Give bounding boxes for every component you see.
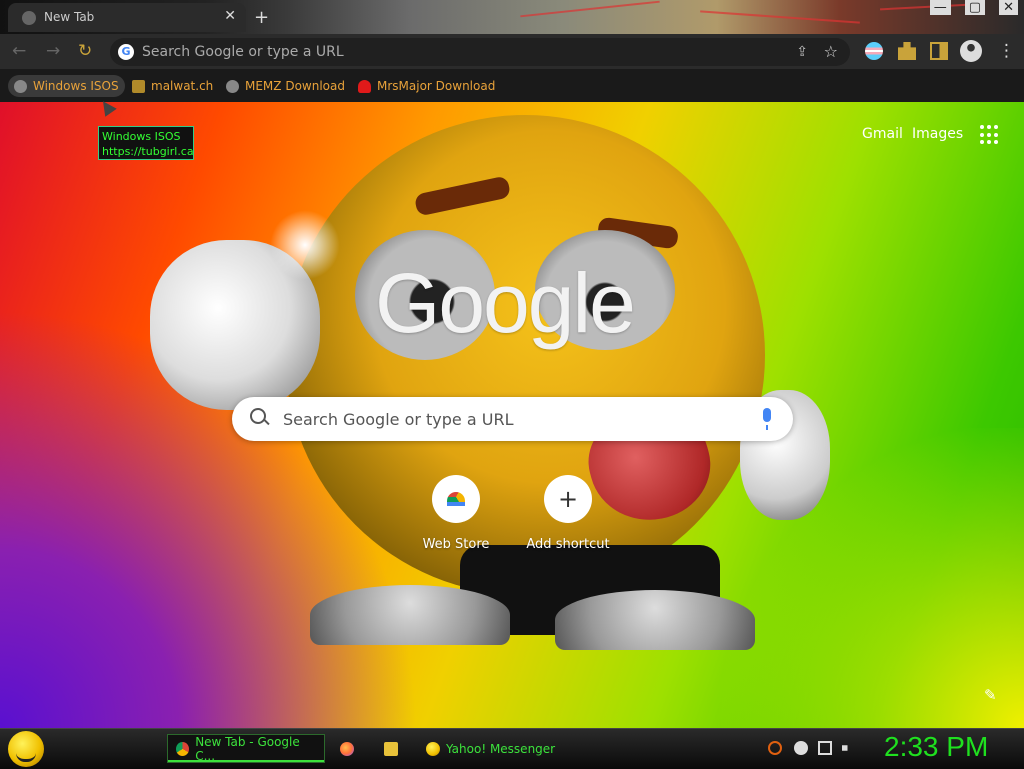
bookmark-windows-isos[interactable]: Windows ISOS bbox=[8, 75, 125, 97]
ntp-search-box[interactable]: Search Google or type a URL bbox=[232, 397, 793, 441]
search-placeholder: Search Google or type a URL bbox=[283, 410, 514, 429]
bookmark-label: malwat.ch bbox=[151, 79, 214, 93]
shortcut-add[interactable]: + Add shortcut bbox=[518, 475, 618, 552]
google-icon: G bbox=[118, 44, 134, 60]
bookmark-tooltip: Windows ISOS https://tubgirl.ca bbox=[98, 126, 194, 160]
back-button[interactable]: ← bbox=[12, 41, 26, 61]
taskbar: New Tab - Google C... Yahoo! Messenger 2… bbox=[0, 728, 1024, 769]
tab-new-tab[interactable]: New Tab ✕ bbox=[8, 3, 246, 32]
tab-close-icon[interactable]: ✕ bbox=[224, 8, 236, 24]
background-shoe-right bbox=[555, 590, 755, 650]
extension-flag-icon[interactable] bbox=[865, 42, 883, 60]
extensions-puzzle-icon[interactable] bbox=[898, 42, 916, 60]
customize-pencil-icon[interactable]: ✎ bbox=[984, 686, 997, 704]
bookmark-label: MrsMajor Download bbox=[377, 79, 496, 93]
window-controls: — ▢ ✕ bbox=[929, 0, 1018, 15]
forward-button[interactable]: → bbox=[46, 41, 60, 61]
microphone-icon[interactable] bbox=[763, 408, 771, 430]
omnibox-placeholder: Search Google or type a URL bbox=[142, 44, 344, 60]
shortcut-label: Web Store bbox=[422, 537, 490, 552]
folder-icon bbox=[384, 741, 398, 756]
tooltip-title: Windows ISOS bbox=[102, 130, 181, 143]
close-window-button[interactable]: ✕ bbox=[999, 0, 1018, 15]
tab-favicon-icon bbox=[22, 11, 36, 25]
apps-grid-icon[interactable] bbox=[980, 125, 1000, 145]
browser-toolbar: ← → ↻ G Search Google or type a URL ⇪ ☆ … bbox=[0, 34, 1024, 69]
shortcut-label: Add shortcut bbox=[526, 537, 610, 552]
status-tray-icon[interactable] bbox=[794, 741, 808, 755]
profile-avatar-icon[interactable] bbox=[960, 40, 982, 62]
omnibox[interactable]: G Search Google or type a URL ⇪ ☆ bbox=[110, 38, 850, 66]
taskbar-item-firefox[interactable] bbox=[332, 734, 368, 763]
search-tray-icon[interactable] bbox=[768, 741, 782, 755]
globe-icon bbox=[14, 79, 27, 93]
smiley-icon bbox=[426, 741, 440, 756]
background-sparkle bbox=[270, 210, 340, 280]
share-icon[interactable]: ⇪ bbox=[796, 44, 808, 60]
side-panel-icon[interactable] bbox=[930, 42, 948, 60]
taskbar-item-label: Yahoo! Messenger bbox=[446, 741, 556, 756]
start-button-smiley-icon[interactable] bbox=[8, 731, 44, 767]
taskbar-item-yahoo-messenger[interactable]: Yahoo! Messenger bbox=[418, 734, 576, 763]
minimize-button[interactable]: — bbox=[929, 0, 951, 15]
reload-button[interactable]: ↻ bbox=[78, 41, 92, 61]
tooltip-url: https://tubgirl.ca bbox=[102, 145, 194, 158]
bookmark-star-icon[interactable]: ☆ bbox=[824, 42, 838, 61]
taskbar-clock[interactable]: 2:33 PM bbox=[884, 731, 988, 763]
search-icon bbox=[250, 408, 266, 424]
gmail-link[interactable]: Gmail bbox=[862, 126, 903, 142]
bookmarks-bar: Windows ISOS malwat.ch MEMZ Download Mrs… bbox=[0, 69, 1024, 102]
bookmark-label: MEMZ Download bbox=[245, 79, 345, 93]
person-icon bbox=[132, 79, 145, 93]
maximize-button[interactable]: ▢ bbox=[964, 0, 986, 15]
tab-title: New Tab bbox=[44, 10, 95, 24]
bookmark-label: Windows ISOS bbox=[33, 79, 119, 93]
taskbar-item-folder[interactable] bbox=[376, 734, 412, 763]
volume-icon[interactable] bbox=[842, 741, 852, 755]
title-bar: New Tab ✕ + — ▢ ✕ bbox=[0, 0, 1024, 34]
bookmark-malwatch[interactable]: malwat.ch bbox=[126, 75, 219, 97]
shortcut-web-store[interactable]: Web Store bbox=[406, 475, 506, 552]
menu-icon[interactable]: ⋮ bbox=[998, 41, 1015, 61]
network-icon[interactable] bbox=[818, 741, 832, 755]
globe-icon bbox=[226, 79, 239, 93]
taskbar-item-label: New Tab - Google C... bbox=[195, 734, 300, 763]
plus-icon: + bbox=[544, 475, 592, 523]
images-link[interactable]: Images bbox=[912, 126, 963, 142]
web-store-icon bbox=[432, 475, 480, 523]
background-shoe-left bbox=[310, 585, 510, 645]
bookmark-memz-download[interactable]: MEMZ Download bbox=[220, 75, 351, 97]
taskbar-item-chrome[interactable]: New Tab - Google C... bbox=[167, 734, 325, 763]
bookmark-mrsmajor-download[interactable]: MrsMajor Download bbox=[352, 75, 501, 97]
firefox-icon bbox=[340, 741, 354, 756]
chrome-icon bbox=[176, 741, 190, 756]
new-tab-button[interactable]: + bbox=[254, 7, 269, 28]
google-logo: Google bbox=[375, 256, 636, 350]
heart-icon bbox=[358, 79, 371, 93]
